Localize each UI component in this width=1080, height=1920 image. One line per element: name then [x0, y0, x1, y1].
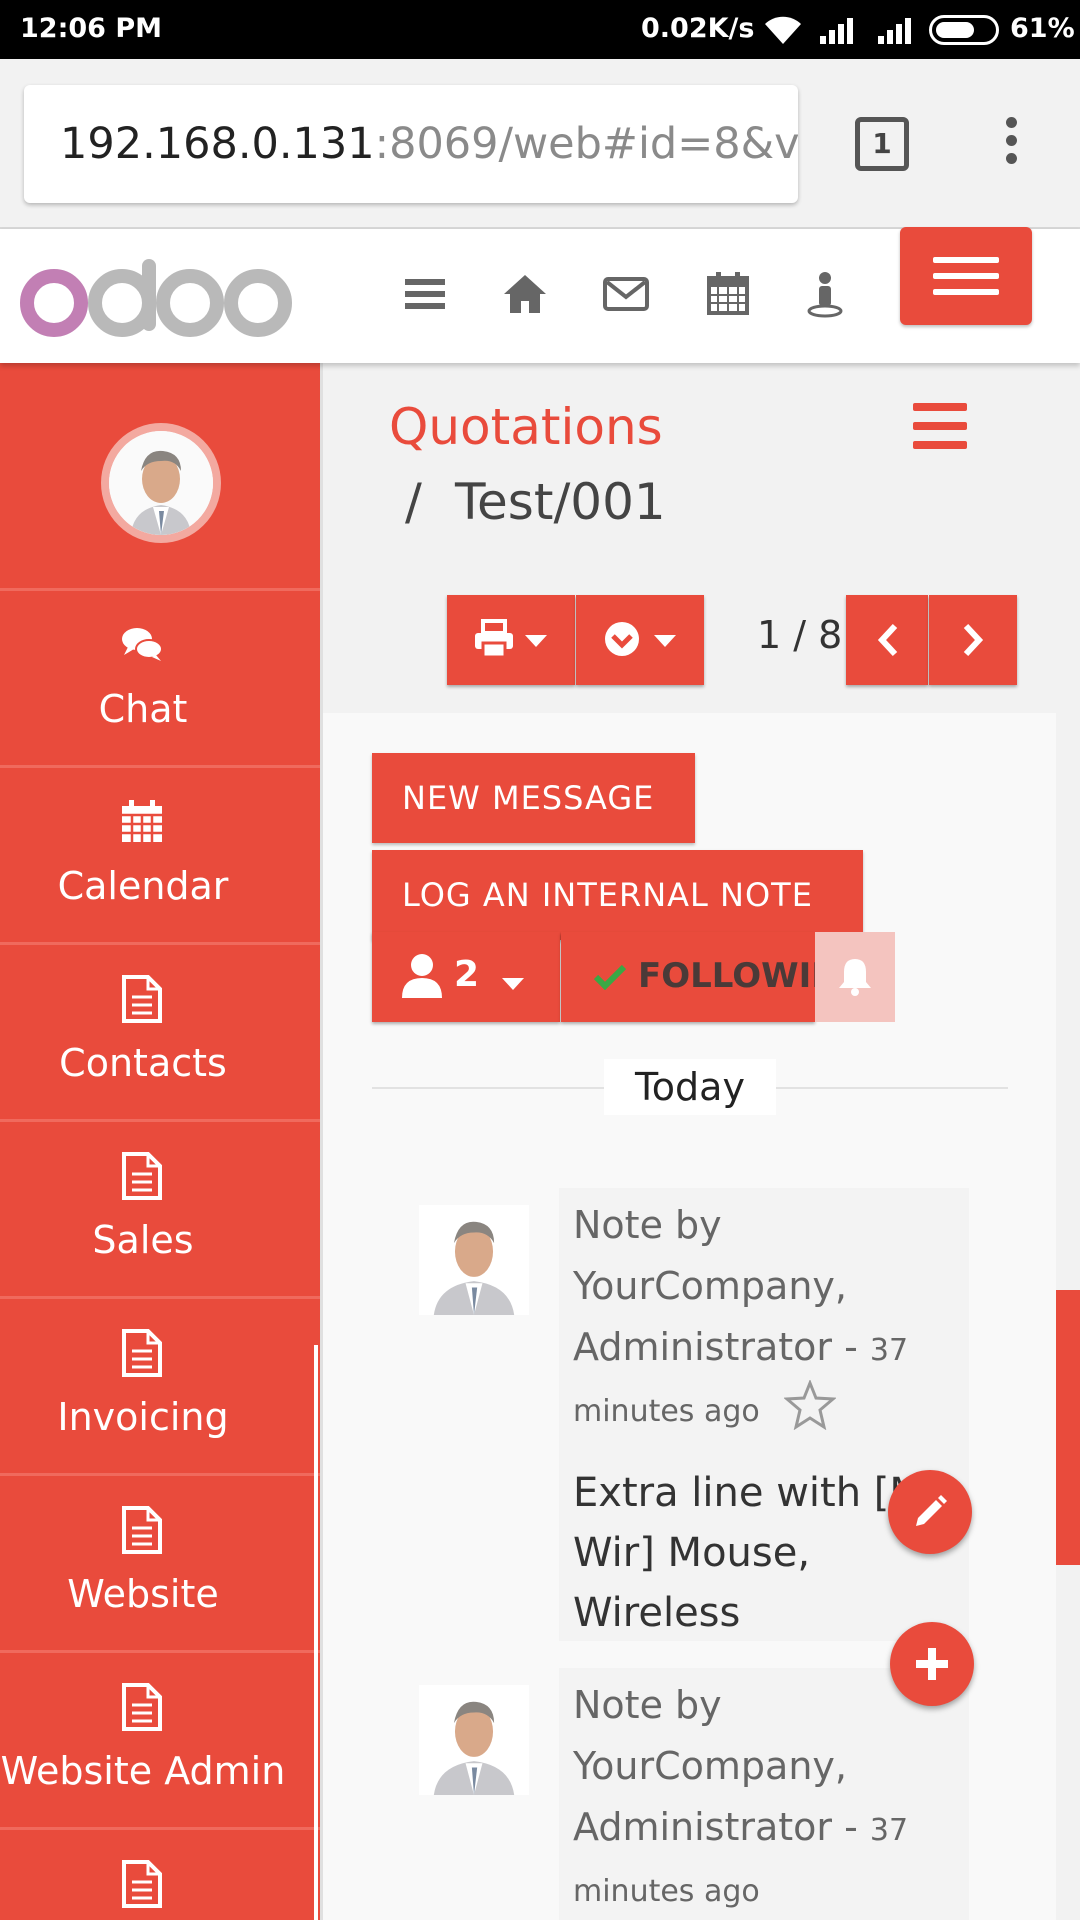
- log-note-button[interactable]: LOG AN INTERNAL NOTE: [372, 850, 863, 940]
- follower-count: 2: [454, 954, 480, 995]
- sidebar-item-label: Website Admin: [0, 1749, 286, 1793]
- followers-button[interactable]: 2: [372, 932, 560, 1022]
- browser-toolbar: 192.168.0.131:8069/web#id=8&v 1: [0, 59, 1080, 229]
- user-avatar[interactable]: [101, 423, 221, 543]
- signal-icon: [820, 18, 853, 44]
- message-company: YourCompany,: [573, 1264, 847, 1308]
- sidebar-item-label: Sales: [92, 1218, 194, 1262]
- previous-record-button[interactable]: [846, 595, 928, 685]
- document-icon: [122, 1860, 162, 1908]
- sidebar-item-website[interactable]: Website: [0, 1473, 320, 1650]
- message-note-by: Note by: [573, 1203, 722, 1247]
- calendar-icon: [122, 800, 162, 842]
- action-dropdown-button[interactable]: [576, 595, 704, 685]
- control-panel-toggle[interactable]: [913, 403, 969, 451]
- message-company: YourCompany,: [573, 1744, 847, 1788]
- user-icon: [402, 954, 442, 998]
- sidebar-item-more[interactable]: [0, 1827, 320, 1920]
- battery-icon: [929, 15, 999, 45]
- bell-icon: [839, 959, 871, 996]
- document-icon: [122, 1506, 162, 1554]
- url-bar[interactable]: 192.168.0.131:8069/web#id=8&v: [24, 85, 798, 203]
- add-fab-button[interactable]: [890, 1622, 974, 1706]
- home-icon[interactable]: [500, 269, 550, 319]
- pager-value[interactable]: 1 / 8: [757, 613, 842, 657]
- sidebar-item-calendar[interactable]: Calendar: [0, 765, 320, 942]
- battery-percent: 61%: [1010, 13, 1075, 44]
- message-time-number: 37: [869, 1333, 909, 1368]
- caret-down-icon: [525, 635, 547, 647]
- message-header: Note by YourCompany, Administrator - 37 …: [573, 1675, 973, 1920]
- hamburger-icon[interactable]: [400, 269, 450, 319]
- breadcrumb-separator: /: [405, 473, 422, 531]
- person-photo-icon: [109, 431, 213, 535]
- signal-icon: [878, 18, 911, 44]
- chatter-scrollbar[interactable]: [1056, 1290, 1080, 1565]
- check-icon: [593, 964, 627, 990]
- sidebar-item-contacts[interactable]: Contacts: [0, 942, 320, 1119]
- status-bar: 12:06 PM 0.02K/s 61%: [0, 0, 1080, 59]
- main-content: Quotations / Test/001 1 / 8 NEW MESSAGE …: [323, 363, 1080, 1920]
- url-host: 192.168.0.131: [60, 119, 375, 169]
- network-speed: 0.02K/s: [641, 13, 755, 44]
- sidebar-item-chat[interactable]: Chat: [0, 588, 320, 765]
- following-label: FOLLOWIN: [638, 956, 815, 996]
- browser-menu-icon[interactable]: [1000, 117, 1022, 173]
- plus-icon: [916, 1648, 948, 1680]
- print-dropdown-button[interactable]: [447, 595, 575, 685]
- document-icon: [122, 975, 162, 1023]
- app-header: [0, 227, 1080, 363]
- odoo-logo[interactable]: [8, 241, 308, 351]
- message-author: Administrator -: [573, 1805, 870, 1849]
- person-photo-icon: [419, 1685, 529, 1795]
- document-icon: [122, 1683, 162, 1731]
- envelope-icon[interactable]: [601, 269, 651, 319]
- pencil-icon: [916, 1495, 947, 1526]
- sidebar-item-label: Invoicing: [57, 1395, 229, 1439]
- notification-bell-button[interactable]: [815, 932, 895, 1022]
- calendar-icon[interactable]: [703, 269, 753, 319]
- edit-fab-button[interactable]: [888, 1470, 972, 1554]
- caret-down-icon: [502, 978, 524, 990]
- sidebar-item-label: Chat: [98, 687, 188, 731]
- star-icon[interactable]: [784, 1380, 836, 1430]
- chevron-left-icon: [877, 623, 898, 657]
- wifi-icon: [765, 16, 801, 44]
- user-icon[interactable]: [800, 269, 850, 319]
- sidebar-scrollbar[interactable]: [314, 1345, 318, 1920]
- sidebar-item-website-admin[interactable]: Website Admin: [0, 1650, 320, 1827]
- person-photo-icon: [419, 1205, 529, 1315]
- document-icon: [122, 1152, 162, 1200]
- message-author: Administrator -: [573, 1325, 870, 1369]
- sidebar-item-label: Calendar: [57, 864, 229, 908]
- document-icon: [122, 1329, 162, 1377]
- chat-icon: [122, 628, 163, 661]
- message-time: minutes ago: [573, 1394, 760, 1429]
- caret-down-icon: [654, 635, 676, 647]
- message-author-avatar[interactable]: [419, 1685, 529, 1795]
- sidebar-item-sales[interactable]: Sales: [0, 1119, 320, 1296]
- following-button[interactable]: FOLLOWIN: [561, 932, 815, 1022]
- sidebar-item-invoicing[interactable]: Invoicing: [0, 1296, 320, 1473]
- message-header: Note by YourCompany, Administrator - 37 …: [573, 1195, 973, 1442]
- new-message-button[interactable]: NEW MESSAGE: [372, 753, 695, 843]
- breadcrumb-parent[interactable]: Quotations: [389, 398, 663, 456]
- message-time-number: 37: [869, 1813, 909, 1848]
- print-icon: [475, 619, 513, 659]
- message-author-avatar[interactable]: [419, 1205, 529, 1315]
- check-circle-icon: [605, 622, 639, 656]
- message-time: minutes ago: [573, 1874, 760, 1909]
- url-path: :8069/web#id=8&v: [374, 119, 798, 169]
- next-record-button[interactable]: [929, 595, 1017, 685]
- app-sidebar: Chat Calendar Contacts Sales Invoicing W…: [0, 363, 320, 1920]
- date-separator: Today: [604, 1059, 776, 1115]
- main-menu-button[interactable]: [900, 227, 1032, 325]
- sidebar-item-label: Contacts: [59, 1041, 227, 1085]
- status-time: 12:06 PM: [20, 13, 163, 44]
- breadcrumb-current: Test/001: [455, 473, 666, 531]
- tab-switcher-button[interactable]: 1: [855, 117, 909, 171]
- chevron-right-icon: [963, 623, 984, 657]
- sidebar-item-label: Website: [67, 1572, 219, 1616]
